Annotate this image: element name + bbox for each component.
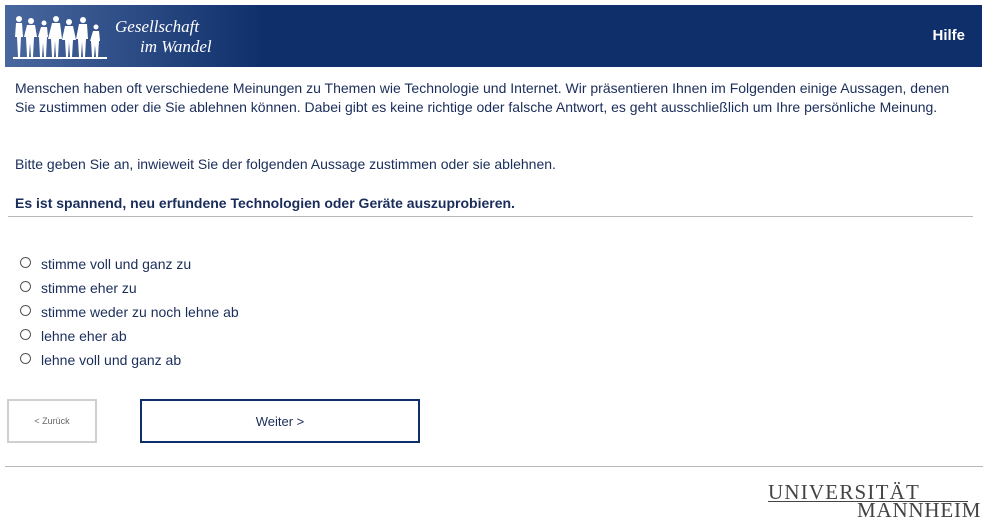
intro-text: Menschen haben oft verschiedene Meinunge… <box>15 80 950 115</box>
option-label[interactable]: lehne eher ab <box>41 328 127 344</box>
university-logo: UNIVERSITÄT MANNHEIM <box>768 480 980 522</box>
site-logo-title[interactable]: Gesellschaft im Wandel <box>113 17 212 57</box>
option-label[interactable]: stimme voll und ganz zu <box>41 256 191 272</box>
option-4[interactable]: lehne eher ab <box>20 324 239 348</box>
people-silhouettes-icon <box>13 16 107 59</box>
option-1[interactable]: stimme voll und ganz zu <box>20 252 239 276</box>
radio-button[interactable] <box>20 256 31 268</box>
university-logo-line-2: MANNHEIM <box>857 498 982 522</box>
option-5[interactable]: lehne voll und ganz ab <box>20 348 239 372</box>
option-label[interactable]: stimme eher zu <box>41 280 137 296</box>
back-button[interactable]: < Zurück <box>7 399 97 443</box>
radio-button[interactable] <box>20 280 31 292</box>
answer-options: stimme voll und ganz zu stimme eher zu s… <box>20 252 239 372</box>
option-label[interactable]: lehne voll und ganz ab <box>41 352 181 368</box>
option-2[interactable]: stimme eher zu <box>20 276 239 300</box>
instruction-text: Bitte geben Sie an, inwieweit Sie der fo… <box>15 156 556 172</box>
footer-divider <box>5 466 983 467</box>
question-text: Es ist spannend, neu erfundene Technolog… <box>15 195 515 211</box>
question-divider <box>8 216 973 217</box>
site-header: Gesellschaft im Wandel Hilfe <box>5 5 982 67</box>
option-label[interactable]: stimme weder zu noch lehne ab <box>41 304 239 320</box>
radio-button[interactable] <box>20 352 31 364</box>
option-3[interactable]: stimme weder zu noch lehne ab <box>20 300 239 324</box>
radio-button[interactable] <box>20 304 31 316</box>
radio-button[interactable] <box>20 328 31 340</box>
help-link[interactable]: Hilfe <box>932 27 965 44</box>
logo-line-1: Gesellschaft <box>115 17 200 36</box>
next-button[interactable]: Weiter > <box>140 399 420 443</box>
logo-line-2: im Wandel <box>140 37 212 56</box>
